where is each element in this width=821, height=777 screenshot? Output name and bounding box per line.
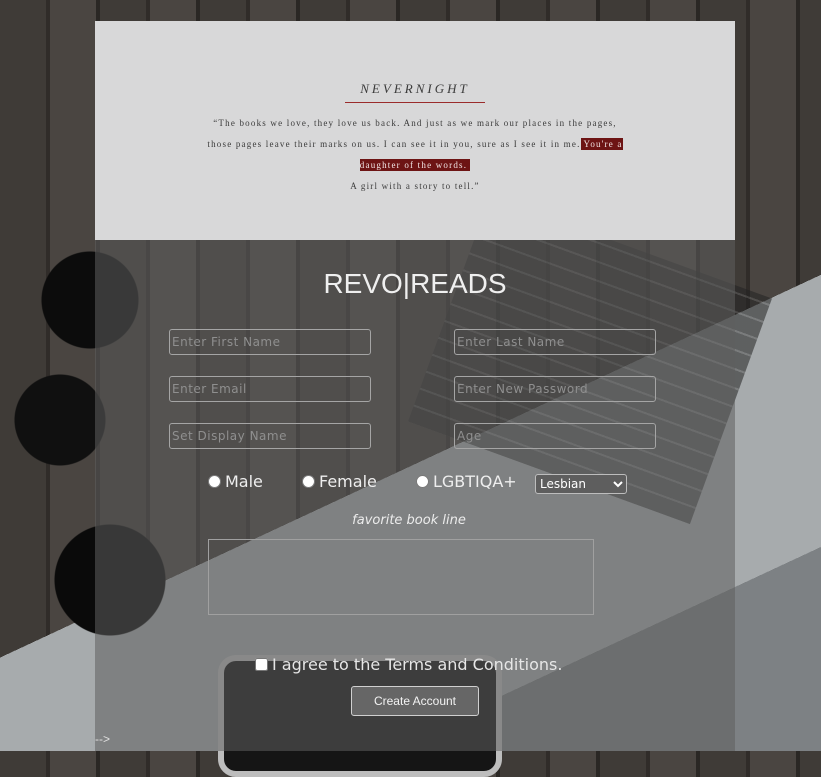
male-label: Male <box>225 472 263 491</box>
display-name-input[interactable] <box>169 423 371 449</box>
gender-radio-group: Male Female LGBTIQA+ <box>208 472 551 492</box>
female-radio[interactable] <box>302 475 315 488</box>
quote-body: “The books we love, they love us back. A… <box>207 118 617 149</box>
quote-banner: NEVERNIGHT “The books we love, they love… <box>95 21 735 240</box>
lgbtiqa-radio[interactable] <box>415 475 429 488</box>
first-name-input[interactable] <box>169 329 371 355</box>
quote-text: “The books we love, they love us back. A… <box>200 113 630 197</box>
gender-option-female[interactable]: Female <box>302 472 377 491</box>
terms-row[interactable]: I agree to the Terms and Conditions. <box>255 655 562 674</box>
favorite-book-line-label: favorite book line <box>352 513 466 528</box>
last-name-input[interactable] <box>454 329 656 355</box>
stray-comment-text: --> <box>95 732 110 746</box>
brand-logo-text: REVO|READS <box>323 268 507 299</box>
password-input[interactable] <box>454 376 656 402</box>
gender-option-lgbtiqa[interactable]: LGBTIQA+ <box>415 472 517 491</box>
gender-option-male[interactable]: Male <box>208 472 263 491</box>
favorite-book-line-textarea[interactable] <box>208 539 594 615</box>
male-radio[interactable] <box>208 475 221 488</box>
terms-label: I agree to the Terms and Conditions. <box>272 655 563 674</box>
email-input[interactable] <box>169 376 371 402</box>
orientation-select[interactable]: Lesbian <box>535 474 627 494</box>
quote-ending: A girl with a story to tell.” <box>350 181 480 191</box>
lgbtiqa-label: LGBTIQA+ <box>432 472 517 491</box>
create-account-button[interactable]: Create Account <box>351 686 479 716</box>
female-label: Female <box>319 472 377 491</box>
book-title: NEVERNIGHT <box>345 81 485 103</box>
age-input[interactable] <box>454 423 656 449</box>
terms-checkbox[interactable] <box>255 658 268 671</box>
signup-form-panel: REVO|READS Male Female LGBTIQA+ Lesbian … <box>95 240 735 751</box>
